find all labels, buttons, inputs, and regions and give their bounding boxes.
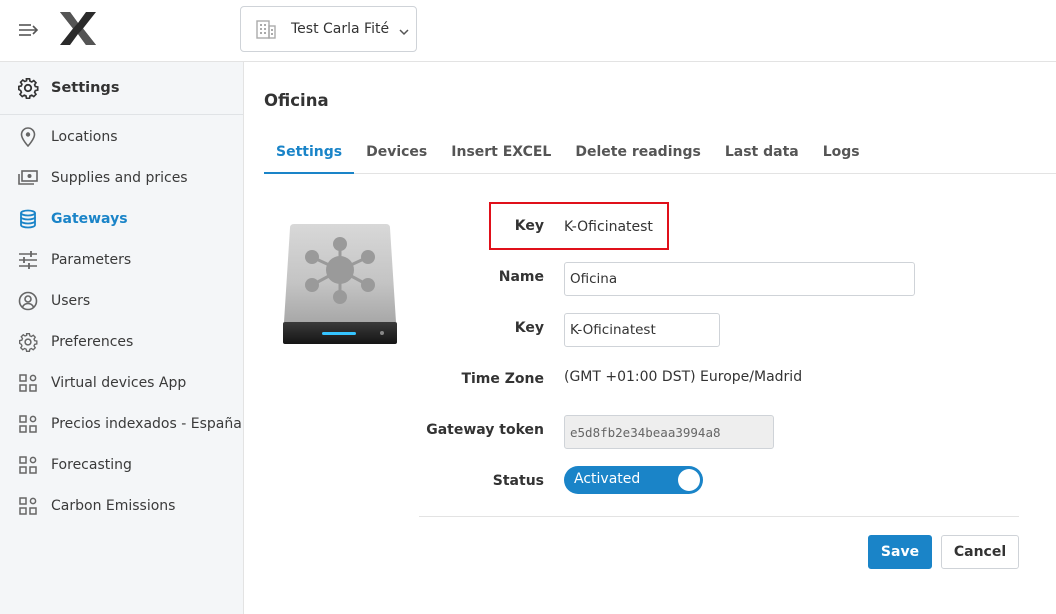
key-label-highlighted: Key (514, 218, 544, 234)
cancel-button[interactable]: Cancel (941, 535, 1019, 569)
sidebar-item-forecasting[interactable]: Forecasting (0, 444, 243, 485)
timezone-label: Time Zone (461, 371, 544, 387)
tab-devices[interactable]: Devices (354, 132, 439, 174)
organization-name: Test Carla Fité (291, 21, 390, 37)
top-bar: Test Carla Fité (0, 0, 1056, 62)
key-value-highlighted: K-Oficinatest (564, 219, 653, 235)
location-pin-icon (18, 126, 38, 147)
user-icon (18, 291, 38, 311)
tab-logs[interactable]: Logs (811, 132, 872, 174)
toggle-knob (678, 469, 700, 491)
page-title: Oficina (264, 91, 329, 110)
status-toggle[interactable]: Activated (564, 466, 703, 494)
sidebar-item-label: Gateways (51, 210, 128, 227)
sidebar-item-label: Preferences (51, 333, 134, 350)
sidebar-item-users[interactable]: Users (0, 280, 243, 321)
sidebar: Settings Locations Supplies and prices G… (0, 62, 244, 614)
sidebar-item-label: Precios indexados - España (51, 415, 242, 432)
sidebar-header-label: Settings (51, 80, 120, 96)
sidebar-item-label: Parameters (51, 251, 132, 268)
status-label: Status (492, 473, 544, 489)
gateway-stack-icon (18, 209, 38, 229)
tab-last-data[interactable]: Last data (713, 132, 811, 174)
main-content: Oficina Settings Devices Insert EXCEL De… (244, 62, 1056, 614)
sidebar-item-label: Carbon Emissions (51, 497, 176, 514)
name-field[interactable] (564, 262, 915, 296)
sidebar-item-supplies-and-prices[interactable]: Supplies and prices (0, 157, 243, 198)
status-toggle-label: Activated (574, 471, 641, 487)
apps-grid-icon (18, 496, 38, 516)
tab-settings[interactable]: Settings (264, 132, 355, 174)
sidebar-item-label: Forecasting (51, 456, 132, 473)
tab-bar: Settings Devices Insert EXCEL Delete rea… (264, 132, 1056, 174)
form-divider (419, 516, 1019, 517)
gateway-token-field[interactable] (564, 415, 774, 449)
sidebar-item-label: Supplies and prices (51, 169, 188, 186)
sidebar-item-carbon-emissions[interactable]: Carbon Emissions (0, 485, 243, 526)
gateway-token-label: Gateway token (426, 422, 544, 438)
sidebar-item-label: Users (51, 292, 91, 309)
chevron-down-icon (398, 23, 410, 36)
tab-insert-excel[interactable]: Insert EXCEL (439, 132, 563, 174)
sidebar-item-precios-indexados[interactable]: Precios indexados - España (0, 403, 243, 444)
sidebar-item-virtual-devices-app[interactable]: Virtual devices App (0, 362, 243, 403)
menu-toggle-icon[interactable] (18, 19, 40, 41)
sidebar-item-label: Locations (51, 128, 118, 145)
sidebar-item-preferences[interactable]: Preferences (0, 321, 243, 362)
gateway-device-image (282, 222, 398, 350)
building-icon (255, 18, 277, 40)
save-button[interactable]: Save (868, 535, 932, 569)
tab-delete-readings[interactable]: Delete readings (563, 132, 712, 174)
name-label: Name (498, 269, 544, 285)
gear-icon (18, 332, 38, 352)
apps-grid-icon (18, 373, 38, 393)
key-field[interactable] (564, 313, 720, 347)
money-icon (18, 168, 38, 188)
gear-icon (17, 77, 39, 100)
apps-grid-icon (18, 414, 38, 434)
organization-selector[interactable]: Test Carla Fité (240, 6, 417, 52)
timezone-value: (GMT +01:00 DST) Europe/Madrid (564, 369, 803, 385)
sidebar-item-label: Virtual devices App (51, 374, 187, 391)
sidebar-item-gateways[interactable]: Gateways (0, 198, 243, 239)
logo-icon[interactable] (60, 12, 96, 45)
sidebar-item-locations[interactable]: Locations (0, 116, 243, 157)
apps-grid-icon (18, 455, 38, 475)
sliders-icon (18, 250, 38, 270)
sidebar-header: Settings (0, 62, 243, 115)
key-label: Key (514, 320, 544, 336)
sidebar-item-parameters[interactable]: Parameters (0, 239, 243, 280)
